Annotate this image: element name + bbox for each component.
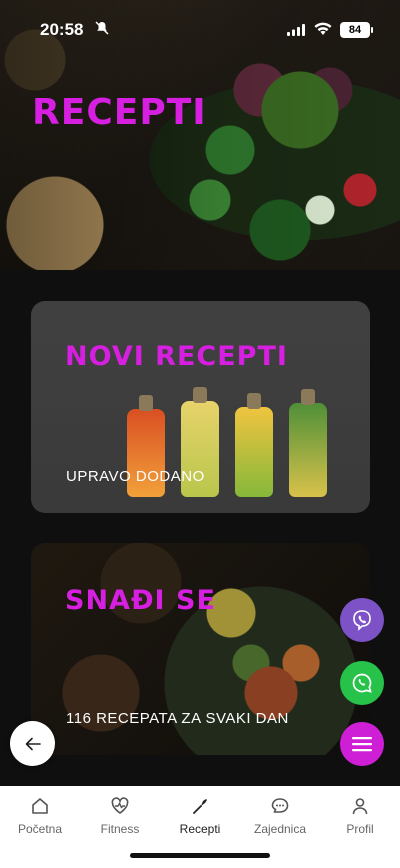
bottle-image <box>235 393 273 497</box>
card-title: SNAĐI SE <box>65 585 216 616</box>
nav-item-recepti[interactable]: Recepti <box>160 796 240 836</box>
nav-label: Zajednica <box>253 822 307 836</box>
spatula-icon <box>193 799 207 814</box>
home-icon <box>32 798 48 814</box>
nav-item-profil[interactable]: Profil <box>320 796 400 836</box>
nav-label: Profil <box>346 822 374 836</box>
nav-label: Fitness <box>100 822 140 836</box>
back-button[interactable] <box>10 721 55 766</box>
wifi-icon <box>314 22 332 35</box>
bottle-image <box>289 389 327 497</box>
card-subtitle: 116 RECEPATA ZA SVAKI DAN <box>66 710 289 727</box>
person-icon <box>352 798 368 815</box>
status-bar: 20:58 84 <box>0 0 400 60</box>
menu-icon <box>352 737 372 752</box>
battery-indicator: 84 <box>340 22 373 38</box>
cellular-signal-icon <box>287 24 305 36</box>
card-snadji-se[interactable]: SNAĐI SE 116 RECEPATA ZA SVAKI DAN <box>31 543 370 755</box>
nav-item-fitness[interactable]: Fitness <box>80 796 160 836</box>
bell-muted-icon <box>95 21 109 38</box>
whatsapp-icon <box>352 673 372 693</box>
card-novi-recepti[interactable]: NOVI RECEPTI UPRAVO DODANO <box>31 301 370 513</box>
nav-item-pocetna[interactable]: Početna <box>0 796 80 836</box>
menu-button[interactable] <box>340 722 384 766</box>
whatsapp-button[interactable] <box>340 661 384 705</box>
home-indicator <box>130 853 270 858</box>
chat-icon <box>271 798 289 813</box>
viber-button[interactable] <box>340 598 384 642</box>
recipe-list: NOVI RECEPTI UPRAVO DODANO SNAĐI SE 116 … <box>0 270 400 786</box>
page-title: RECEPTI <box>32 92 207 133</box>
card-title: NOVI RECEPTI <box>65 341 288 372</box>
status-time: 20:58 <box>40 20 84 39</box>
card-subtitle: UPRAVO DODANO <box>66 468 205 485</box>
nav-label: Početna <box>17 822 63 836</box>
screen: RECEPTI 20:58 84 NOVI RECEPTI UPRAVO DOD… <box>0 0 400 868</box>
nav-item-zajednica[interactable]: Zajednica <box>240 796 320 836</box>
heart-pulse-icon <box>111 797 129 814</box>
viber-icon <box>353 610 371 631</box>
arrow-left-icon <box>25 737 41 750</box>
nav-label: Recepti <box>179 822 221 836</box>
